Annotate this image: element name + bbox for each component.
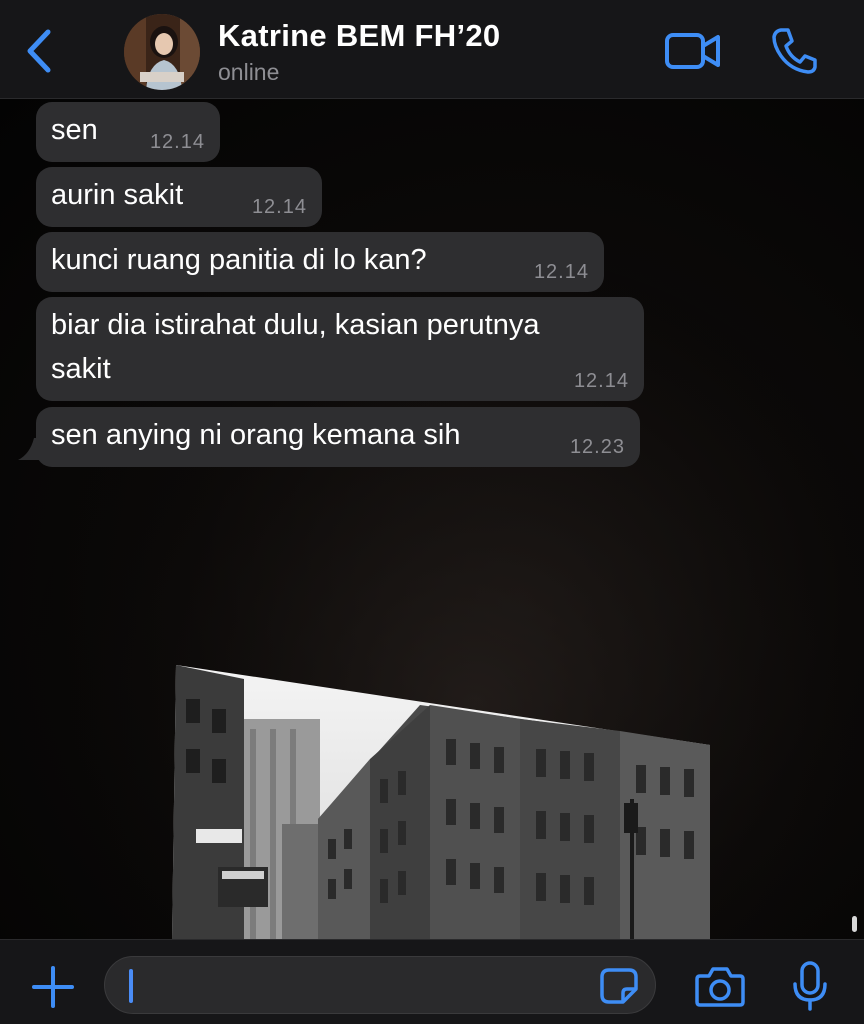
message-time: 12.14 bbox=[251, 196, 307, 218]
message-input[interactable] bbox=[104, 956, 656, 1014]
message-text: kunci ruang panitia di lo kan? bbox=[51, 244, 427, 276]
message-bubble[interactable]: sen 12.14 bbox=[36, 102, 220, 162]
message-text: sen anying ni orang kemana sih bbox=[51, 419, 461, 451]
microphone-icon bbox=[793, 961, 827, 1011]
message-text: sen bbox=[51, 114, 98, 146]
message-bubble[interactable]: aurin sakit 12.14 bbox=[36, 167, 322, 227]
contact-avatar[interactable] bbox=[124, 14, 200, 90]
composer-bar bbox=[0, 939, 864, 1024]
message-text: biar dia istirahat dulu, kasian perutnya bbox=[51, 309, 540, 341]
message-time: 12.14 bbox=[533, 261, 589, 283]
video-camera-icon bbox=[665, 33, 720, 69]
message-bubble[interactable]: kunci ruang panitia di lo kan? 12.14 bbox=[36, 232, 604, 292]
message-bubble[interactable]: biar dia istirahat dulu, kasian perutnya… bbox=[36, 297, 644, 401]
message-text-line2: sakit bbox=[51, 353, 111, 385]
attach-button[interactable] bbox=[30, 964, 76, 1010]
message-time: 12.14 bbox=[149, 131, 205, 153]
camera-button[interactable] bbox=[694, 964, 746, 1010]
sticker-button[interactable] bbox=[599, 967, 639, 1005]
contact-status: online bbox=[218, 59, 280, 85]
voice-call-button[interactable] bbox=[770, 26, 818, 76]
message-bubble[interactable]: sen anying ni orang kemana sih 12.23 bbox=[36, 407, 640, 467]
plus-icon bbox=[32, 966, 74, 1008]
text-caret bbox=[129, 969, 133, 1003]
chat-header: Katrine BEM FH’20 online bbox=[0, 0, 864, 99]
avatar-photo bbox=[124, 14, 200, 90]
video-call-button[interactable] bbox=[664, 30, 722, 72]
chat-area[interactable]: sen 12.14 aurin sakit 12.14 kunci ruang … bbox=[0, 99, 864, 939]
message-time: 12.14 bbox=[573, 370, 629, 392]
scroll-indicator[interactable] bbox=[852, 916, 857, 932]
message-time: 12.23 bbox=[569, 436, 625, 458]
sticker-icon bbox=[600, 968, 638, 1004]
phone-icon bbox=[772, 28, 817, 74]
chevron-left-icon bbox=[27, 29, 51, 73]
voice-message-button[interactable] bbox=[790, 960, 830, 1012]
back-button[interactable] bbox=[20, 26, 60, 76]
contact-name[interactable]: Katrine BEM FH’20 bbox=[218, 18, 500, 54]
camera-icon bbox=[695, 967, 745, 1007]
message-text: aurin sakit bbox=[51, 179, 184, 211]
chat-screen: Katrine BEM FH’20 online sen 12.14 aurin… bbox=[0, 0, 864, 1024]
